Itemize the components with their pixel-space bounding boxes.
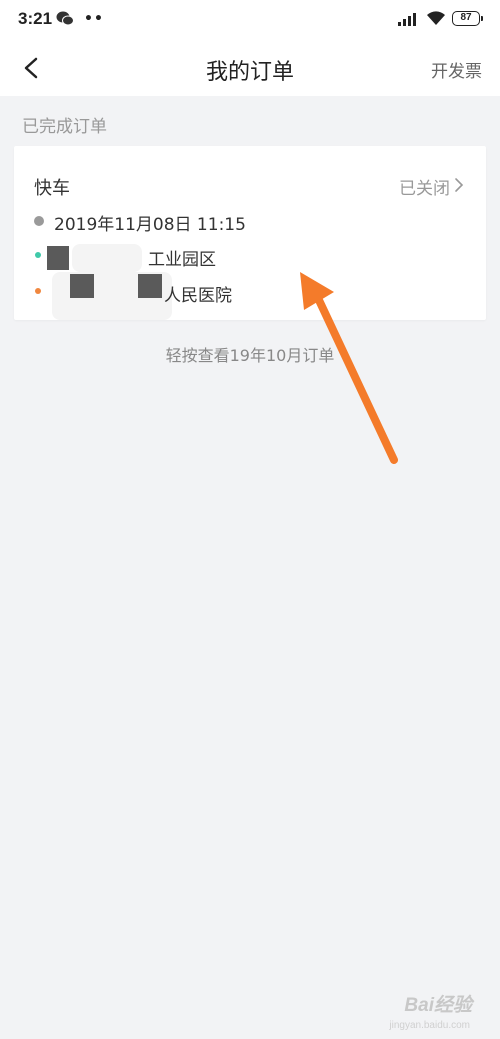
redacted-end-address-1 [70,274,94,298]
order-time: 2019年11月08日 11:15 [54,215,246,235]
redacted-end-address-2 [138,274,162,298]
end-address: 人民医院 [164,286,232,306]
order-status: 已关闭 [399,179,450,199]
battery-indicator: 87 [452,11,480,26]
blurred-start-address [72,244,142,272]
watermark-brand: Bai经验 [404,995,472,1016]
order-card[interactable]: 快车 已关闭 2019年11月08日 11:15 工业园区 人民医院 [14,146,486,320]
start-location-dot [35,252,41,258]
signal-icon [398,13,416,26]
invoice-button[interactable]: 开发票 [431,57,482,82]
nav-bar: 我的订单 开发票 [0,40,500,96]
order-type: 快车 [34,178,70,199]
status-bar: 3:21 •• 87 [0,0,500,40]
section-label: 已完成订单 [22,117,107,137]
watermark-url: jingyan.baidu.com [389,1020,470,1031]
status-time: 3:21 [18,9,53,28]
wifi-icon [427,11,445,25]
clock-icon [34,216,44,226]
end-location-dot [35,288,41,294]
redacted-start-address [47,246,69,270]
history-orders-link[interactable]: 轻按查看19年10月订单 [0,342,500,366]
more-dots-icon: •• [84,11,104,27]
start-address: 工业园区 [148,250,216,270]
chevron-right-icon [455,178,464,192]
page-title: 我的订单 [205,60,294,85]
battery-tip [481,16,483,21]
wechat-icon [56,11,74,26]
